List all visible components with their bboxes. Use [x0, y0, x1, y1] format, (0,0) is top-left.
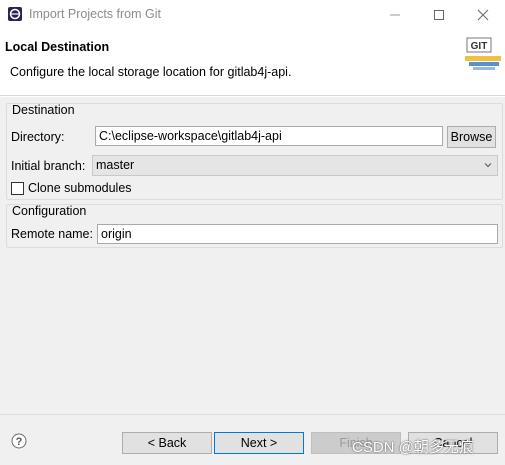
title-bar: Import Projects from Git — [0, 0, 505, 29]
eclipse-icon — [8, 7, 22, 21]
chevron-down-icon — [484, 163, 492, 168]
remote-name-input[interactable]: origin — [97, 224, 498, 244]
svg-text:?: ? — [16, 436, 23, 448]
configuration-group-label: Configuration — [12, 204, 87, 218]
watermark: CSDN @朝多无痕 — [352, 439, 474, 456]
wizard-header: Local Destination Configure the local st… — [0, 29, 505, 95]
directory-label: Directory: — [11, 130, 65, 144]
browse-button[interactable]: Browse — [447, 126, 496, 148]
git-banner-text: GIT — [471, 41, 488, 52]
help-icon[interactable]: ? — [11, 433, 27, 449]
maximize-button[interactable] — [417, 0, 461, 29]
remote-name-label: Remote name: — [11, 227, 93, 241]
maximize-icon — [434, 9, 444, 20]
destination-group-label: Destination — [12, 103, 75, 117]
initial-branch-value: master — [96, 158, 135, 172]
next-button[interactable]: Next > — [214, 432, 304, 454]
git-banner-icon: GIT — [465, 37, 501, 70]
minimize-icon — [390, 14, 400, 15]
header-separator — [0, 95, 505, 97]
clone-submodules-checkbox[interactable] — [11, 182, 24, 195]
page-title: Local Destination — [5, 40, 110, 54]
initial-branch-select[interactable]: master — [92, 155, 498, 176]
close-button[interactable] — [461, 0, 505, 29]
minimize-button[interactable] — [373, 0, 417, 29]
back-button[interactable]: < Back — [122, 432, 212, 454]
clone-submodules-label: Clone submodules — [28, 181, 132, 195]
window-title: Import Projects from Git — [29, 7, 161, 21]
close-icon — [477, 9, 489, 20]
directory-input[interactable]: C:\eclipse-workspace\gitlab4j-api — [95, 126, 443, 146]
page-description: Configure the local storage location for… — [10, 65, 292, 79]
footer-separator — [0, 414, 505, 415]
initial-branch-label: Initial branch: — [11, 159, 86, 173]
